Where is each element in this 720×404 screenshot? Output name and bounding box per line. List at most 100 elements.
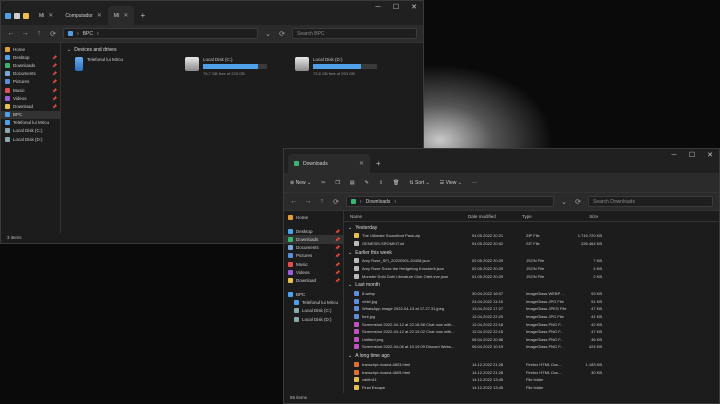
sidebar-item[interactable]: BPC [1,110,60,119]
refresh-address-icon[interactable]: ⟳ [278,30,286,38]
sidebar-item[interactable]: Pictures 📌 [1,78,60,86]
back-icon[interactable]: ← [7,30,15,37]
table-row[interactable]: 8.webp 30.04.2022 16:07 ImageGlass WEBP ..… [344,290,719,298]
tab-mi[interactable]: Mi ✕ [33,6,59,25]
share-icon[interactable]: ⇪ [379,180,383,186]
sidebar-item[interactable]: Local Disk (D:) [1,135,60,143]
sidebar-item[interactable]: Downloads 📌 [1,61,60,69]
up-icon[interactable]: ↑ [318,198,326,205]
forward-icon[interactable]: → [21,30,29,37]
folder-icon[interactable] [23,12,29,19]
refresh-icon[interactable]: ⟳ [332,198,340,206]
cut-icon[interactable]: ✂ [321,180,325,186]
copy-icon[interactable]: ❐ [335,180,339,186]
forward-icon[interactable]: → [304,198,312,205]
type-cell: File folder [526,384,544,390]
new-tab-button[interactable]: + [134,6,151,25]
group-header[interactable]: ⌄ Last month [344,281,719,290]
tab-downloads[interactable]: Downloads ✕ [288,154,370,173]
document-icon[interactable] [14,12,20,19]
tab-computador[interactable]: Computador ✕ [59,6,108,25]
table-row[interactable]: Amy Rose_SFI_20220901-20408.json 02.05.20… [344,257,719,265]
drive-tile[interactable]: Local Disk (C:) 78,7 GB free of 223 GB [185,57,273,76]
group-header[interactable]: ⌄ Earlier this week [344,248,719,257]
column-date-modified[interactable]: Date modified [468,214,522,219]
new-tab-button[interactable]: + [370,154,387,173]
refresh-address-icon[interactable]: ⟳ [574,198,582,206]
paste-icon[interactable]: ▤ [350,180,355,186]
sidebar-item[interactable]: Local Disk (D:) [284,315,343,323]
chevron-down-icon[interactable]: ⌄ [560,198,568,206]
file-name: Monster Dohi Dohi Literature Club Orbit.… [362,273,449,279]
table-row[interactable]: vrbkt.jpg 24.04.2022 11:15 ImageGlass JPG … [344,298,719,306]
maximize-icon[interactable]: ☐ [387,1,405,15]
address-input[interactable]: › Downloads › [346,196,554,207]
sidebar-item[interactable]: Downloads 📌 [284,235,343,244]
sidebar-item[interactable]: BPC [284,291,343,299]
search-input[interactable]: Search BPC [292,28,417,39]
sidebar-item[interactable]: Desktop 📌 [284,227,343,235]
sidebar-item[interactable]: Documents 📌 [284,244,343,252]
sidebar-item[interactable]: Telefonul lui Mircu [284,299,343,307]
chevron-down-icon[interactable]: ⌄ [264,30,272,38]
sidebar-item[interactable]: Local Disk (C:) [1,127,60,135]
delete-icon[interactable]: 🗑 [393,180,399,186]
sidebar-item[interactable]: Videos 📌 [1,94,60,102]
table-row[interactable]: Untitled.png 08.04.2022 20:56 ImageGlass P… [344,336,719,344]
table-row[interactable]: font.jpg 12.04.2022 22:20 ImageGlass JPG F… [344,313,719,321]
sidebar-item[interactable]: Videos 📌 [284,268,343,276]
drive-tile[interactable]: Telefonul lui Mircu [75,57,163,76]
table-row[interactable]: Final Escape 14.12.2022 13:45 File folder [344,384,719,392]
sidebar-item[interactable]: Documents 📌 [1,70,60,78]
sidebar-item[interactable]: Music 📌 [1,86,60,94]
rename-icon[interactable]: ✎ [365,180,369,186]
column-type[interactable]: Type [522,214,566,219]
sidebar-item[interactable]: Local Disk (C:) [284,307,343,315]
group-header[interactable]: ⌄ A long time ago [344,352,719,361]
sidebar-item[interactable]: Telefonul lui Mircu [1,119,60,127]
table-row[interactable]: Screenshot 2022-04-12 at 22.18.58 Chat n… [344,320,719,328]
table-row[interactable]: vdkfm11 14.12.2022 13:45 File folder [344,376,719,384]
table-row[interactable]: Screenshot 2022-04-12 at 22.15.02 Chat n… [344,328,719,336]
sidebar-item[interactable]: Home [284,213,343,221]
close-tab-icon[interactable]: ✕ [359,160,364,167]
minimize-icon[interactable]: ─ [665,149,683,163]
sort-button[interactable]: ⇅ Sort ⌄ [409,180,429,186]
table-row[interactable]: transcript closed-4803.html 14.12.2022 21… [344,361,719,369]
up-icon[interactable]: ↑ [35,30,43,37]
close-tab-icon[interactable]: ✕ [123,12,128,19]
sidebar-item[interactable]: Download 📌 [1,102,60,110]
address-input[interactable]: › BPC › [63,28,258,39]
table-row[interactable]: WhatsApp Image 2022-04-13 at 17.27.31.jp… [344,305,719,313]
back-icon[interactable]: ← [290,198,298,205]
close-tab-icon[interactable]: ✕ [48,12,53,19]
new-button[interactable]: ⊕ New ⌄ [290,180,311,186]
drive-tile[interactable]: Local Disk (D:) 72,8 GB free of 293 GB [295,57,383,76]
close-icon[interactable]: ✕ [405,1,423,15]
column-name[interactable]: Name [350,214,468,219]
sidebar-item[interactable]: Download 📌 [284,276,343,284]
view-button[interactable]: ☰ View ⌄ [440,180,462,186]
close-icon[interactable]: ✕ [701,149,719,163]
pin-icon: 📌 [52,71,57,77]
tab-mi-active[interactable]: Mí ✕ [107,6,135,25]
refresh-icon[interactable]: ⟳ [49,30,57,38]
table-row[interactable]: GENESIS-SROMKIT.sit 04.05.2022 20:02 SIT F… [344,240,719,248]
maximize-icon[interactable]: ☐ [683,149,701,163]
close-tab-icon[interactable]: ✕ [97,12,102,19]
column-size[interactable]: Size [566,214,598,219]
group-header[interactable]: ⌄ Yesterday [344,223,719,232]
table-row[interactable]: Monster Dohi Dohi Literature Club Orbit.… [344,272,719,280]
sidebar-item[interactable]: Desktop 📌 [1,53,60,61]
minimize-icon[interactable]: ─ [369,1,387,15]
sidebar-item[interactable]: Music 📌 [284,260,343,268]
sidebar-item[interactable]: Home [1,45,60,53]
section-header[interactable]: ⌄ Devices and drives [61,43,423,55]
table-row[interactable]: Screenshot 2022-04-06 at 10.19.09 Discor… [344,343,719,351]
search-input[interactable]: Search Downloads [588,196,713,207]
table-row[interactable]: The Ultimate Soundfont Pack.zip 04.05.202… [344,232,719,240]
table-row[interactable]: Amy Rose Sonic the Hedgehog Knockerit.js… [344,265,719,273]
table-row[interactable]: transcript closed-4805.html 14.12.2022 21… [344,368,719,376]
sidebar-item[interactable]: Pictures 📌 [284,252,343,260]
more-options-icon[interactable]: ··· [472,180,477,186]
